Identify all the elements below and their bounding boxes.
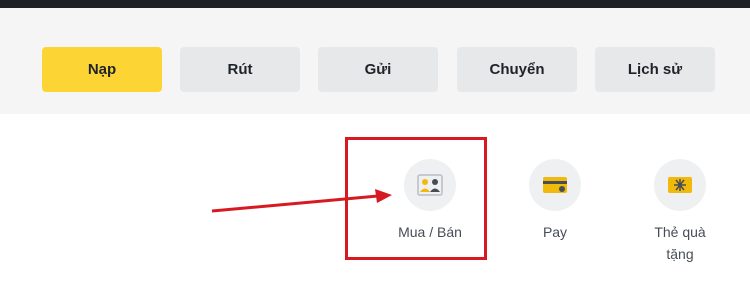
annotation-arrow: [211, 189, 392, 213]
